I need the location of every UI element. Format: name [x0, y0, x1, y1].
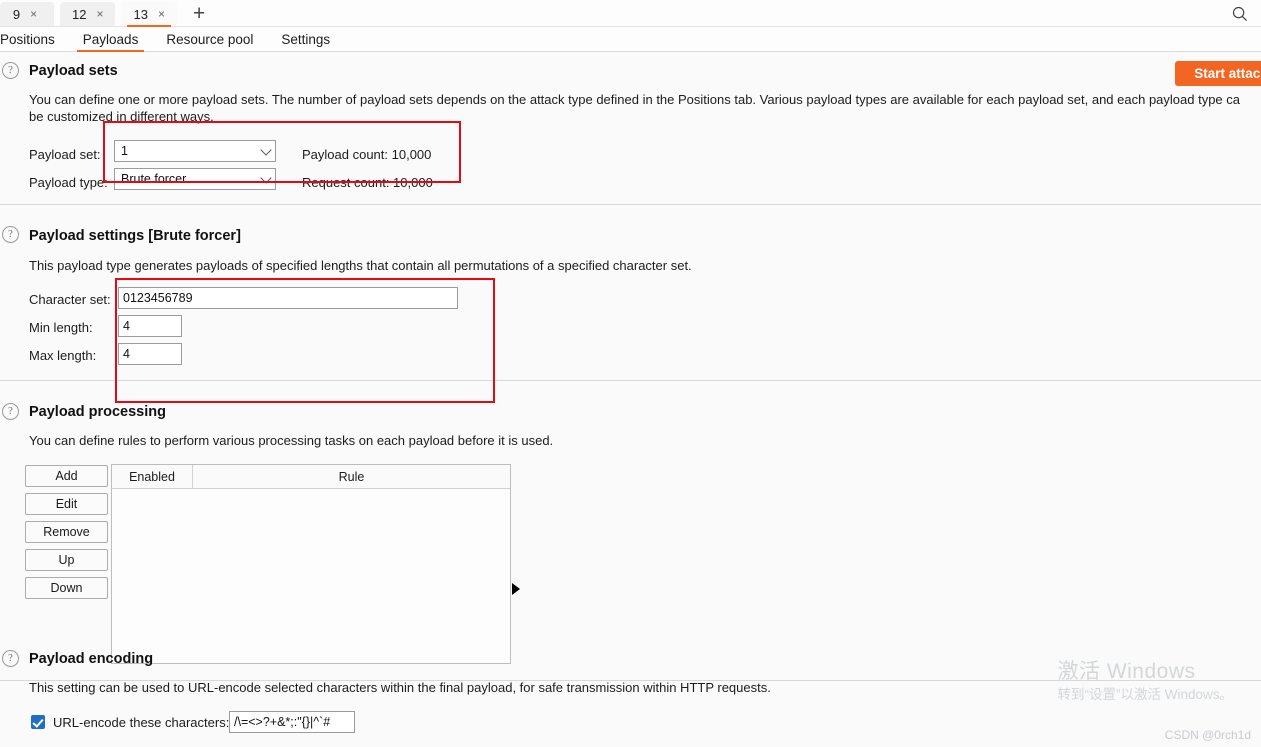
tab-payloads[interactable]: Payloads: [69, 27, 153, 52]
start-attack-button[interactable]: Start attack: [1175, 61, 1261, 86]
section-title-payload-processing: Payload processing: [29, 404, 166, 420]
new-tab-button[interactable]: +: [183, 2, 215, 26]
max-length-input[interactable]: 4: [118, 343, 182, 365]
help-icon[interactable]: ?: [2, 403, 19, 420]
tab-resource-pool[interactable]: Resource pool: [152, 27, 267, 52]
payload-sets-description-line2: be customized in different ways.: [29, 109, 214, 124]
payload-set-value: 1: [121, 144, 128, 158]
payload-type-select[interactable]: Brute forcer: [114, 168, 276, 190]
up-button[interactable]: Up: [25, 549, 108, 571]
help-icon[interactable]: ?: [2, 62, 19, 79]
watermark-line2: 转到“设置”以激活 Windows。: [1057, 687, 1233, 702]
tab-positions[interactable]: Positions: [0, 27, 69, 52]
column-header-rule[interactable]: Rule: [193, 465, 510, 489]
search-icon[interactable]: [1229, 3, 1251, 25]
payload-type-label: Payload type:: [29, 175, 108, 190]
character-set-input[interactable]: 0123456789: [118, 287, 458, 309]
edit-button[interactable]: Edit: [25, 493, 108, 515]
url-encode-checkbox[interactable]: [31, 715, 45, 729]
character-set-label: Character set:: [29, 292, 111, 307]
max-length-label: Max length:: [29, 348, 97, 363]
url-encode-characters-input[interactable]: /\=<>?+&*;:"{}|^`#: [229, 711, 355, 733]
min-length-label: Min length:: [29, 320, 93, 335]
tab-12[interactable]: 12 ×: [60, 2, 116, 26]
tab-13[interactable]: 13 ×: [121, 2, 177, 27]
payload-set-label: Payload set:: [29, 147, 101, 162]
section-divider-1: [0, 204, 1261, 205]
triangle-right-icon[interactable]: [512, 583, 520, 595]
remove-button[interactable]: Remove: [25, 521, 108, 543]
tab-label: 12: [72, 6, 87, 22]
table-header-row: Enabled Rule: [112, 465, 510, 489]
request-count-label: Request count: 10,000: [302, 175, 433, 190]
help-icon[interactable]: ?: [2, 226, 19, 243]
payload-processing-rules-table[interactable]: Enabled Rule: [111, 464, 511, 664]
chevron-down-icon: [260, 172, 272, 184]
close-icon[interactable]: ×: [96, 8, 103, 20]
section-divider-2: [0, 380, 1261, 381]
sub-navigation: Positions Payloads Resource pool Setting…: [0, 27, 1261, 52]
tab-9[interactable]: 9 ×: [0, 2, 54, 26]
tab-label: 9: [12, 6, 21, 22]
payload-set-select[interactable]: 1: [114, 140, 276, 162]
burp-intruder-payloads-window: 9 × 12 × 13 × + Positions Payloads Resou…: [0, 0, 1261, 747]
payload-type-value: Brute forcer: [121, 172, 187, 186]
payload-count-label: Payload count: 10,000: [302, 147, 432, 162]
payload-sets-description-line1: You can define one or more payload sets.…: [29, 92, 1241, 107]
tab-strip: 9 × 12 × 13 × +: [0, 0, 1261, 27]
add-button[interactable]: Add: [25, 465, 108, 487]
down-button[interactable]: Down: [25, 577, 108, 599]
windows-activation-watermark: 激活 Windows 转到“设置”以激活 Windows。: [1057, 658, 1233, 705]
csdn-credit: CSDN @0rch1d: [1164, 728, 1251, 742]
payload-encoding-description: This setting can be used to URL-encode s…: [29, 680, 771, 695]
tab-label: 13: [133, 6, 148, 22]
close-icon[interactable]: ×: [30, 8, 37, 20]
url-encode-label: URL-encode these characters:: [53, 715, 230, 730]
min-length-input[interactable]: 4: [118, 315, 182, 337]
section-title-payload-encoding: Payload encoding: [29, 651, 154, 667]
payloads-panel: ? Payload sets You can define one or mor…: [0, 52, 1261, 747]
payload-settings-description: This payload type generates payloads of …: [29, 258, 692, 273]
payload-processing-description: You can define rules to perform various …: [29, 433, 554, 448]
help-icon[interactable]: ?: [2, 650, 19, 667]
close-icon[interactable]: ×: [158, 8, 165, 20]
section-title-payload-settings: Payload settings [Brute forcer]: [29, 228, 241, 244]
tab-settings[interactable]: Settings: [267, 27, 344, 52]
section-title-payload-sets: Payload sets: [29, 63, 118, 79]
table-body: [112, 489, 510, 663]
chevron-down-icon: [260, 144, 272, 156]
watermark-line1: 激活 Windows: [1057, 660, 1196, 683]
column-header-enabled[interactable]: Enabled: [112, 465, 192, 489]
